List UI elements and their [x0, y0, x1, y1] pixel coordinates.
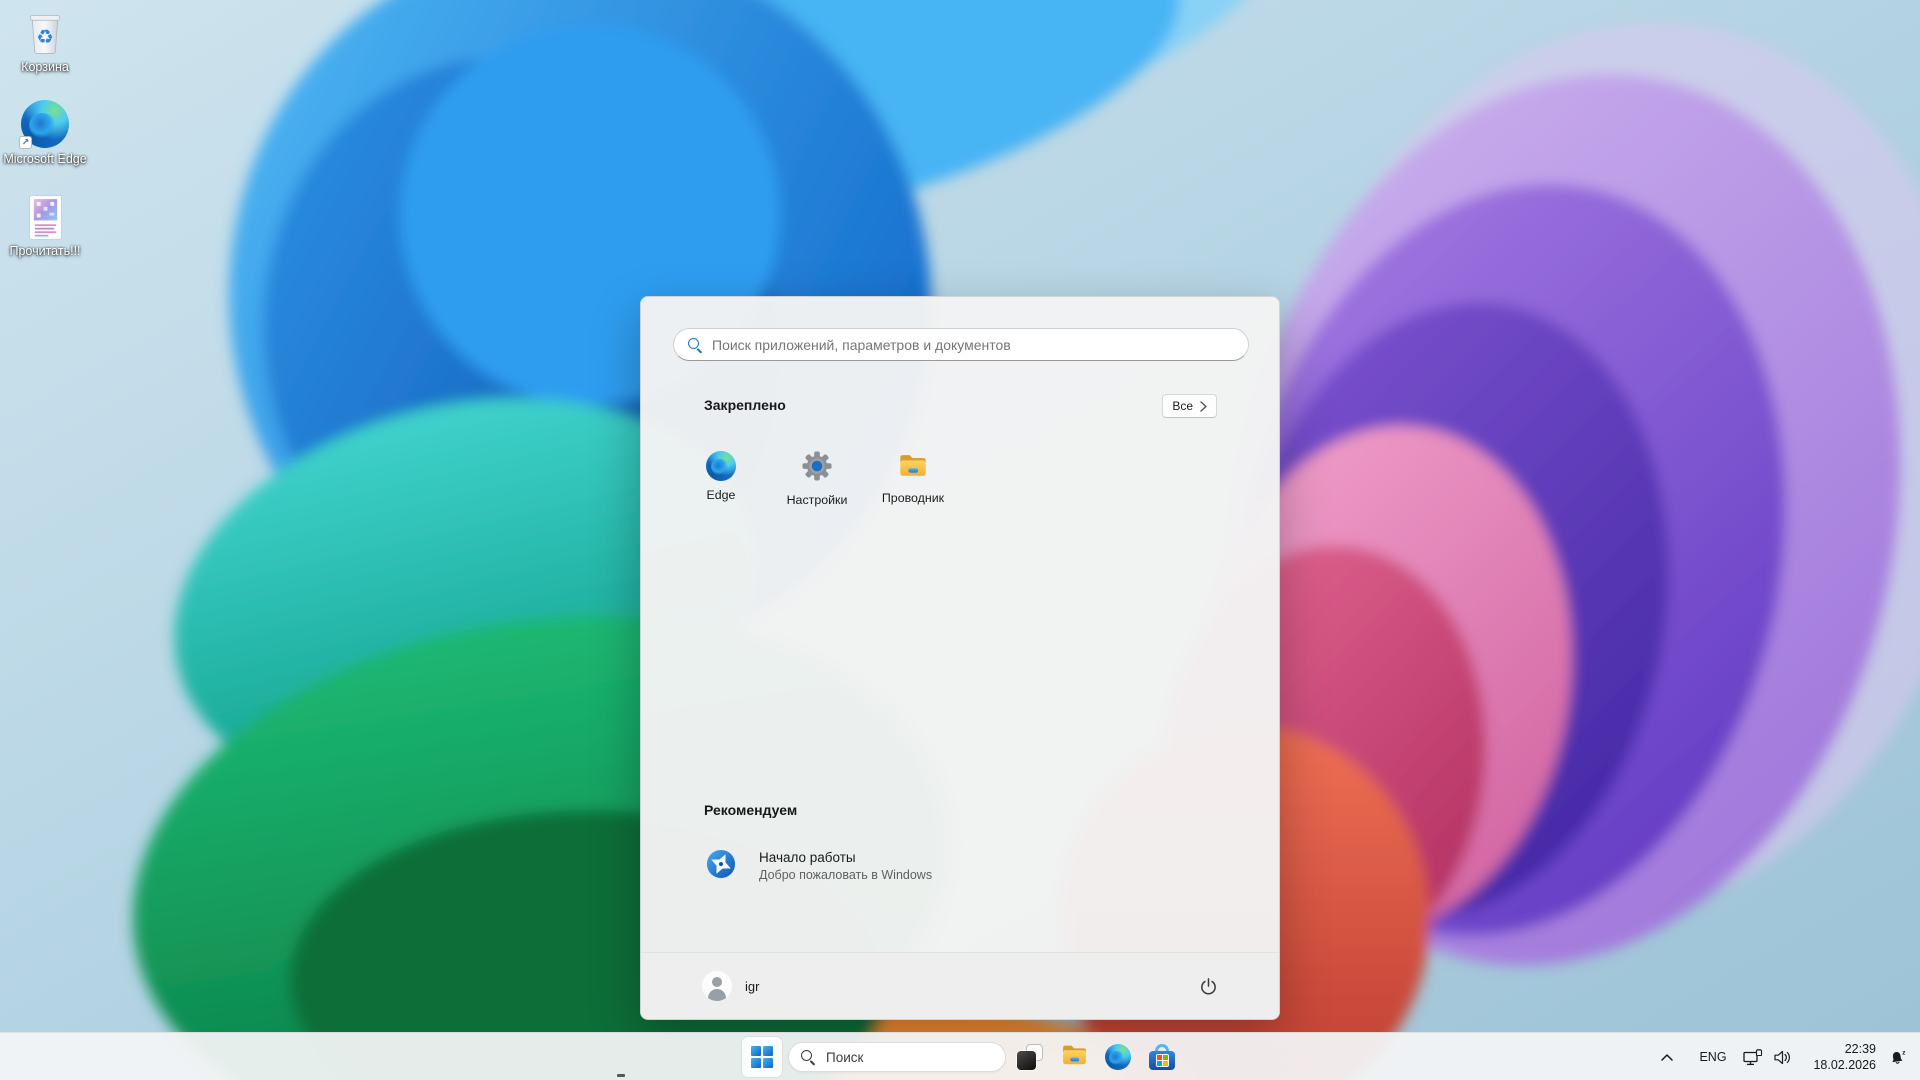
edge-icon: ↗ [21, 98, 69, 148]
all-button-label: Все [1172, 399, 1193, 413]
power-button[interactable] [1190, 968, 1226, 1004]
start-menu: Закреплено Все Edge [640, 296, 1280, 1020]
pinned-apps-grid: Edge [673, 443, 1249, 531]
recommended-section-title: Рекомендуем [704, 802, 797, 818]
start-menu-search-box [673, 328, 1249, 361]
hidden-icons-button[interactable] [1653, 1037, 1681, 1077]
shortcut-arrow-icon: ↗ [19, 136, 32, 149]
taskbar-clock[interactable]: 22:39 18.02.2026 [1806, 1041, 1876, 1073]
microsoft-store-button[interactable] [1142, 1037, 1182, 1077]
recommended-item-get-started[interactable]: Начало работы Добро пожаловать в Windows [673, 835, 1249, 897]
task-view-icon [1017, 1044, 1043, 1070]
volume-button[interactable] [1769, 1037, 1796, 1077]
get-started-icon [706, 849, 736, 884]
svg-text:♻: ♻ [36, 26, 54, 48]
settings-gear-icon [802, 451, 832, 486]
desktop-icon-microsoft-edge[interactable]: ↗ Microsoft Edge [0, 98, 90, 190]
user-profile-button[interactable]: igr [702, 953, 759, 1019]
desktop-icon-list: ♻ Корзина ↗ Microsoft Edge [0, 6, 90, 282]
desktop-icon-label: Прочитать!!! [9, 244, 80, 259]
start-menu-footer: igr [641, 952, 1279, 1019]
recycle-bin-icon: ♻ [25, 6, 65, 56]
recommended-item-subtitle: Добро пожаловать в Windows [759, 868, 932, 882]
notifications-button[interactable]: z [1884, 1037, 1912, 1077]
task-view-button[interactable] [1010, 1037, 1050, 1077]
desktop-icon-label: Корзина [21, 60, 69, 75]
ethernet-icon [1743, 1049, 1763, 1066]
desktop: ♻ Корзина ↗ Microsoft Edge [0, 0, 1920, 1080]
desktop-icon-readme[interactable]: Прочитать!!! [0, 190, 90, 282]
tray-time: 22:39 [1806, 1041, 1876, 1057]
tray-date: 18.02.2026 [1806, 1057, 1876, 1073]
readme-document-icon [29, 190, 62, 240]
power-icon [1199, 977, 1218, 996]
folder-icon [898, 451, 928, 484]
pinned-section-title: Закреплено [704, 397, 786, 413]
chevron-up-icon [1661, 1054, 1673, 1061]
edge-button[interactable] [1098, 1037, 1138, 1077]
desktop-icon-recycle-bin[interactable]: ♻ Корзина [0, 6, 90, 98]
network-button[interactable] [1739, 1037, 1766, 1077]
windows-logo-icon [751, 1046, 773, 1068]
start-search-input[interactable] [712, 337, 1234, 353]
taskbar-search[interactable]: Поиск [788, 1042, 1006, 1072]
bell-dnd-icon: z [1889, 1049, 1907, 1066]
taskbar: Поиск [0, 1032, 1920, 1080]
pinned-app-edge[interactable]: Edge [673, 443, 769, 529]
pinned-app-explorer[interactable]: Проводник [865, 443, 961, 529]
system-tray: ENG 22:39 18.0 [1653, 1033, 1920, 1080]
edge-icon [706, 451, 736, 481]
svg-text:z: z [1902, 1049, 1906, 1056]
file-explorer-button[interactable] [1054, 1037, 1094, 1077]
pinned-app-settings[interactable]: Настройки [769, 443, 865, 529]
chevron-right-icon [1200, 401, 1207, 412]
recommended-item-title: Начало работы [759, 850, 932, 865]
edge-icon [1105, 1044, 1131, 1070]
language-indicator[interactable]: ENG [1695, 1037, 1731, 1077]
recommended-item-text: Начало работы Добро пожаловать в Windows [759, 850, 932, 882]
bottom-edge-artifact [617, 1074, 625, 1077]
start-button[interactable] [742, 1037, 782, 1077]
taskbar-app-icons [1010, 1037, 1182, 1077]
desktop-icon-label: Microsoft Edge [3, 152, 86, 167]
speaker-icon [1774, 1050, 1792, 1065]
file-explorer-icon [1061, 1042, 1088, 1072]
search-icon [801, 1050, 816, 1065]
taskbar-center-group: Поиск [742, 1037, 1182, 1077]
microsoft-store-icon [1149, 1044, 1175, 1070]
pinned-all-button[interactable]: Все [1162, 394, 1217, 418]
search-icon [688, 338, 702, 352]
user-avatar [702, 971, 732, 1001]
username: igr [745, 979, 759, 994]
